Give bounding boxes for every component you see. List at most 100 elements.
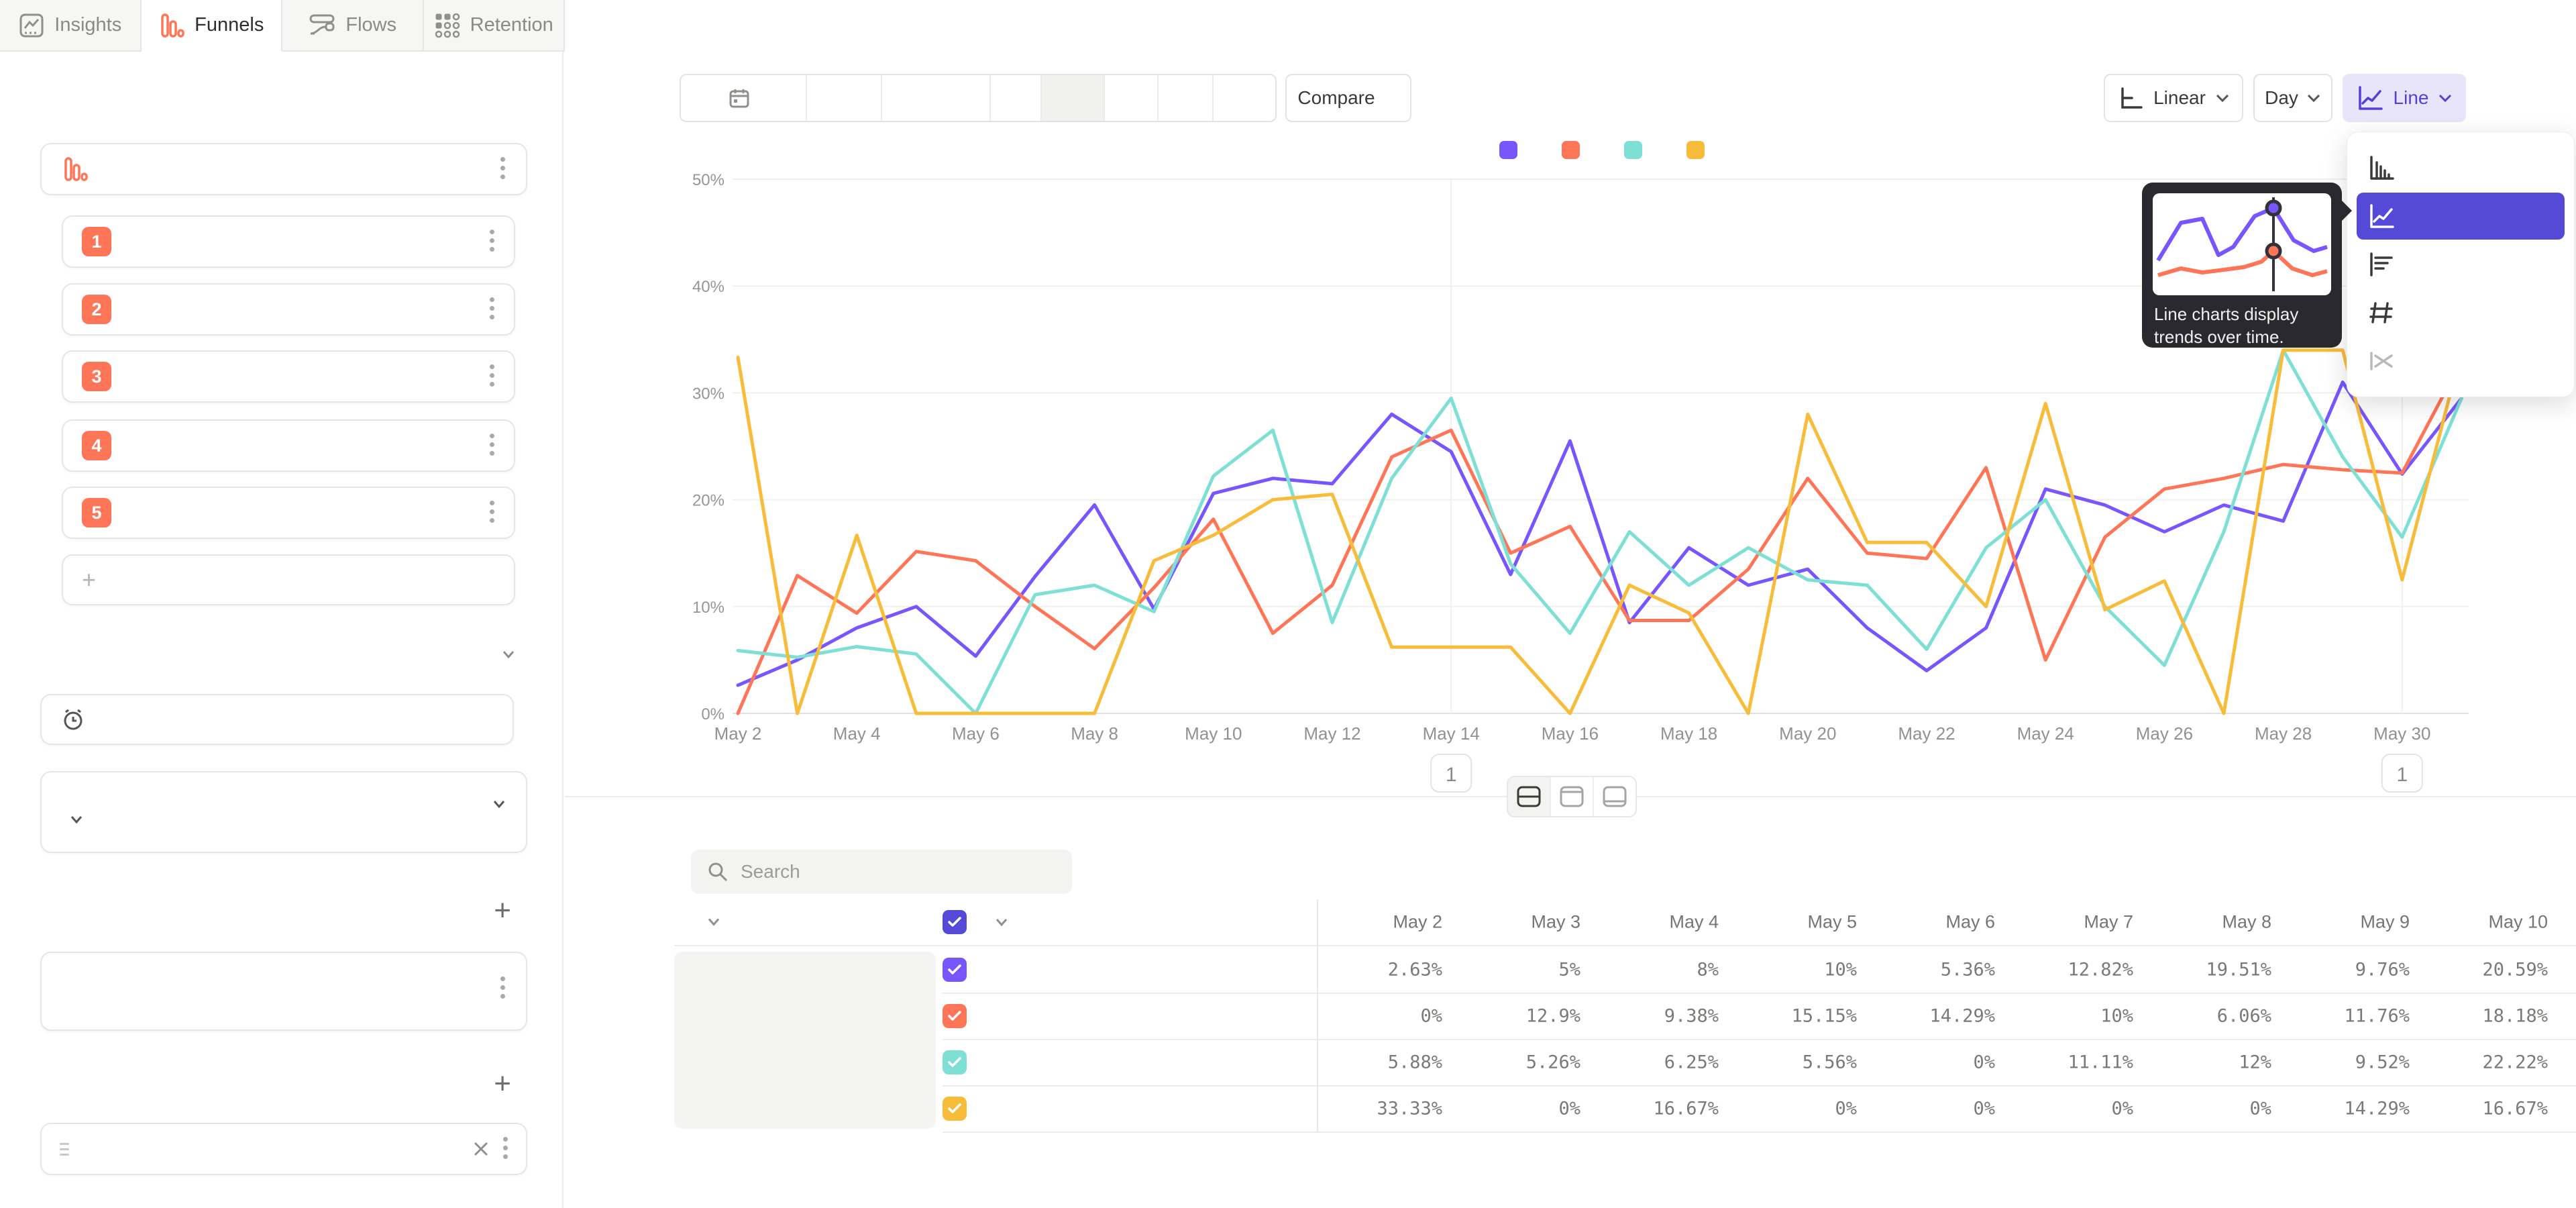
chart-type-button[interactable]: Line <box>2343 74 2466 122</box>
svg-text:May 28: May 28 <box>2255 723 2312 744</box>
funnel-step-5[interactable]: 5 <box>62 487 515 539</box>
funnel-step-4[interactable]: 4 <box>62 419 515 472</box>
menu-item-bar[interactable] <box>2357 241 2565 288</box>
row-value: 11.11% <box>2006 1052 2133 1072</box>
date-column-header: May 10 <box>2420 912 2548 933</box>
table-header-row: May 2May 3May 4May 5May 6May 7May 8May 9… <box>674 899 2576 945</box>
date-column-header: May 8 <box>2144 912 2271 933</box>
kebab-menu-icon[interactable] <box>488 442 495 449</box>
row-value: 8% <box>1591 959 1719 980</box>
breakdown-column-header[interactable] <box>943 910 1007 934</box>
menu-item-funnel-steps[interactable] <box>2357 144 2565 191</box>
table-row-ads[interactable]: 33.33%0%16.67%0%0%0%0%14.29%16.67% <box>674 1085 2576 1131</box>
funnel-step-3[interactable]: 3 <box>62 350 515 403</box>
row-value: 10% <box>2006 1005 2133 1026</box>
svg-text:May 6: May 6 <box>952 723 1000 744</box>
tab-flows[interactable]: Flows <box>282 0 424 50</box>
svg-text:May 24: May 24 <box>2017 723 2074 744</box>
menu-item-top-paths <box>2357 338 2565 385</box>
range-today[interactable] <box>807 75 882 121</box>
add-filter-button[interactable]: + <box>494 896 511 925</box>
drag-handle-icon[interactable] <box>59 1140 71 1158</box>
kebab-menu-icon[interactable] <box>488 373 495 380</box>
chevron-down-icon <box>2306 93 2321 103</box>
range-7d[interactable] <box>991 75 1042 121</box>
svg-text:May 14: May 14 <box>1423 723 1480 744</box>
row-checkbox[interactable] <box>943 958 967 982</box>
svg-text:May 30: May 30 <box>2373 723 2430 744</box>
funnels-icon <box>62 156 89 183</box>
line-icon <box>2367 203 2396 230</box>
plus-icon: + <box>82 566 96 594</box>
add-step-button[interactable]: + <box>62 554 515 605</box>
scale-button[interactable]: Linear <box>2104 74 2243 122</box>
funnel-metric-card[interactable] <box>40 143 527 195</box>
row-value: 0% <box>1453 1098 1580 1119</box>
range-12m[interactable] <box>1214 75 1275 121</box>
filter-card[interactable] <box>40 952 527 1031</box>
chevron-down-icon <box>2438 93 2453 103</box>
row-checkbox[interactable] <box>943 1050 967 1074</box>
svg-text:May 10: May 10 <box>1185 723 1242 744</box>
add-breakdown-button[interactable]: + <box>494 1069 511 1099</box>
range-yesterday[interactable] <box>882 75 991 121</box>
svg-text:10%: 10% <box>692 599 724 617</box>
range-30d[interactable] <box>1042 75 1105 121</box>
interval-button[interactable]: Day <box>2253 74 2332 122</box>
kebab-menu-icon[interactable] <box>502 1146 508 1152</box>
row-checkbox[interactable] <box>943 1097 967 1121</box>
row-value: 5% <box>1453 959 1580 980</box>
row-checkbox[interactable] <box>943 1004 967 1028</box>
advanced-dropdown[interactable] <box>494 650 515 659</box>
layout-chart-view-button[interactable] <box>1551 777 1594 816</box>
table-row-organic[interactable]: 2.63%5%8%10%5.36%12.82%19.51%9.76%20.59% <box>674 946 2576 993</box>
tab-funnels[interactable]: Funnels <box>142 0 283 52</box>
clock-icon <box>60 707 86 732</box>
kebab-menu-icon[interactable] <box>499 166 506 172</box>
conversion-rate-steps-dropdown[interactable] <box>484 800 506 809</box>
layout-split-view-button[interactable] <box>1508 777 1551 816</box>
row-value: 5.26% <box>1453 1052 1580 1072</box>
compare-button[interactable]: Compare <box>1285 74 1411 122</box>
chevron-down-icon <box>70 815 83 824</box>
row-value: 0% <box>1868 1052 1995 1072</box>
funnel-column-header[interactable] <box>691 918 719 927</box>
funnel-step-1[interactable]: 1 <box>62 215 515 268</box>
close-icon[interactable] <box>472 1140 490 1158</box>
table-row-search[interactable]: 5.88%5.26%6.25%5.56%0%11.11%12%9.52%22.2… <box>674 1039 2576 1085</box>
svg-text:May 22: May 22 <box>1898 723 1955 744</box>
chevron-down-icon <box>492 800 506 809</box>
conversion-window-card[interactable] <box>40 694 514 745</box>
chevron-down-icon <box>707 918 719 927</box>
tab-insights[interactable]: Insights <box>0 0 142 50</box>
layout-table-view-button[interactable] <box>1594 777 1635 816</box>
row-value: 0% <box>1729 1098 1857 1119</box>
chevron-down-icon <box>995 918 1007 927</box>
linear-scale-icon <box>2117 85 2144 111</box>
row-separator <box>943 1131 2576 1133</box>
range-3m[interactable] <box>1105 75 1159 121</box>
range-custom[interactable] <box>681 75 807 121</box>
menu-item-metric[interactable] <box>2357 289 2565 336</box>
row-value: 22.22% <box>2420 1052 2548 1072</box>
kebab-menu-icon[interactable] <box>488 306 495 313</box>
funnel-step-2[interactable]: 2 <box>62 283 515 336</box>
date-column-header: May 4 <box>1591 912 1719 933</box>
breakdown-table: May 2May 3May 4May 5May 6May 7May 8May 9… <box>674 899 2576 1136</box>
select-all-checkbox[interactable] <box>943 910 967 934</box>
interval-label: Day <box>2265 87 2298 109</box>
menu-item-line[interactable] <box>2357 193 2565 240</box>
table-row-sidebar[interactable]: 0%12.9%9.38%15.15%14.29%10%6.06%11.76%18… <box>674 993 2576 1039</box>
breakdown-card[interactable] <box>40 1123 527 1175</box>
top-paths-icon <box>2367 348 2396 374</box>
report-type-tabbar: InsightsFunnelsFlowsRetention <box>0 0 565 52</box>
kebab-menu-icon[interactable] <box>499 985 506 992</box>
date-column-header: May 3 <box>1453 912 1580 933</box>
range-6m[interactable] <box>1159 75 1214 121</box>
filter-segment-dropdown[interactable] <box>62 815 506 824</box>
table-search-field[interactable]: Search <box>691 850 1072 894</box>
tab-retention[interactable]: Retention <box>424 0 566 50</box>
kebab-menu-icon[interactable] <box>488 238 495 245</box>
row-value: 12.9% <box>1453 1005 1580 1026</box>
kebab-menu-icon[interactable] <box>488 509 495 516</box>
